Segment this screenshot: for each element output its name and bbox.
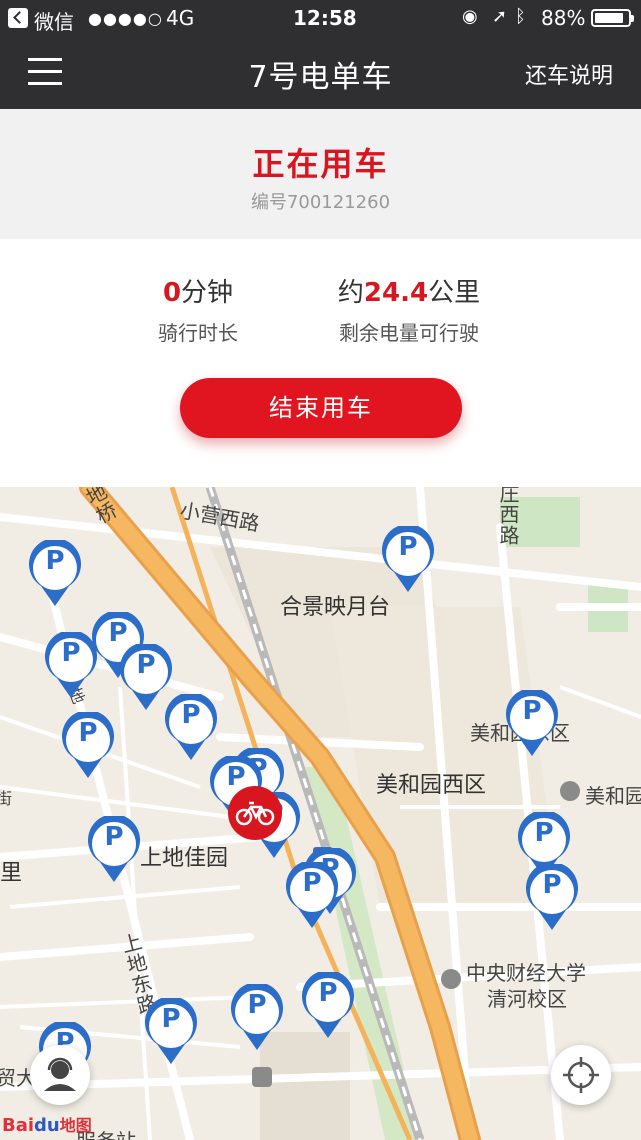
place-label-meiheyuan-xiqu: 美和园西区 (376, 773, 487, 798)
parking-pin-letter: P (302, 868, 322, 898)
place-label-cufe-campus: 清河校区 (487, 987, 567, 1011)
parking-pin[interactable]: P (163, 694, 219, 762)
end-ride-button[interactable]: 结束用车 (180, 378, 462, 438)
place-label-dongli: 东里 (0, 861, 23, 886)
street-label-jie: 街 (0, 789, 13, 808)
place-label-hejing-yingyuetai: 合景映月台 (280, 595, 391, 620)
baidu-map-logo: Baidu地图 (2, 1112, 92, 1136)
headset-person-icon (44, 1057, 76, 1091)
building-poi-icon (560, 781, 580, 801)
parking-pin-letter: P (104, 822, 124, 852)
parking-pin-letter: P (318, 978, 338, 1008)
school-poi-icon (441, 969, 461, 989)
duration-value: 0 (162, 278, 182, 308)
duration-unit: 分钟 (181, 278, 234, 308)
parking-pin-letter: P (247, 990, 267, 1020)
ride-status-panel: 正在用车 编号700121260 (0, 109, 641, 239)
street-label-zhuang-xilu: 庄西路 (496, 487, 520, 546)
parking-pin-letter: P (542, 870, 562, 900)
locate-me-button[interactable] (551, 1045, 611, 1105)
return-instructions-link[interactable]: 还车说明 (525, 58, 613, 90)
parking-pin-letter: P (534, 818, 554, 848)
parking-pin[interactable]: P (143, 998, 199, 1066)
parking-pin[interactable]: P (229, 984, 285, 1052)
baidu-logo-bai: Bai (2, 1115, 35, 1136)
nav-bar: 7号电单车 还车说明 (0, 36, 641, 109)
customer-service-button[interactable] (30, 1045, 90, 1105)
bluetooth-icon: ᛒ (515, 6, 526, 27)
range-unit: 公里 (428, 278, 481, 308)
parking-pin-letter: P (522, 696, 542, 726)
ride-status-title: 正在用车 (252, 145, 389, 183)
remaining-range-stat: 约24.4公里 剩余电量可行驶 (326, 272, 492, 346)
ride-duration-stat: 0分钟 骑行时长 (148, 272, 248, 346)
parking-pin-letter: P (136, 650, 156, 680)
ride-info-panel: 0分钟 骑行时长 约24.4公里 剩余电量可行驶 结束用车 (0, 239, 641, 487)
parking-pin[interactable]: P (86, 816, 142, 884)
entrance-poi-icon (252, 1067, 272, 1087)
network-type: 4G (166, 6, 195, 30)
parking-pin-letter: P (61, 638, 81, 668)
parking-pin[interactable]: P (380, 526, 436, 594)
parking-pin[interactable]: P (43, 632, 99, 700)
status-bar: 微信 ●●●●○ 4G 12:58 ◉ ➚ ᛒ 88% (0, 0, 641, 36)
parking-pin-letter: P (161, 1004, 181, 1034)
range-prefix: 约 (337, 278, 364, 308)
signal-strength: ●●●●○ (88, 9, 163, 28)
bicycle-icon (235, 801, 275, 826)
parking-pin[interactable]: P (504, 690, 560, 758)
parking-pin-letter: P (181, 700, 201, 730)
baidu-logo-map: 地图 (59, 1116, 92, 1135)
parking-pin-letter: P (45, 546, 65, 576)
parking-pin[interactable]: P (60, 712, 116, 780)
baidu-logo-du: du (34, 1115, 60, 1136)
location-arrow-icon: ➚ (492, 6, 508, 27)
range-label: 剩余电量可行驶 (339, 321, 479, 345)
place-label-cufe: 中央财经大学 (466, 961, 586, 985)
current-bike-marker[interactable] (228, 786, 282, 840)
clock: 12:58 (293, 6, 357, 30)
parking-pin[interactable]: P (524, 864, 580, 932)
back-to-app-icon[interactable] (8, 8, 28, 28)
crosshair-icon (563, 1057, 599, 1093)
place-label-shangdi-jiayuan: 上地佳园 (140, 846, 229, 871)
range-value: 24.4 (363, 278, 429, 308)
bike-id: 编号700121260 (250, 192, 391, 213)
duration-label: 骑行时长 (158, 321, 238, 345)
parking-pin-letter: P (78, 718, 98, 748)
place-label-meihe: 美和园 (585, 784, 641, 808)
parking-pin[interactable]: P (284, 862, 340, 930)
parking-pin[interactable]: P (27, 540, 83, 608)
battery-icon (591, 9, 634, 27)
carrier-label: 微信 (34, 10, 74, 34)
parking-pin-letter: P (398, 532, 418, 562)
parking-pin[interactable]: P (300, 972, 356, 1040)
battery-percent: 88% (541, 6, 586, 30)
orientation-lock-icon: ◉ (462, 6, 478, 27)
